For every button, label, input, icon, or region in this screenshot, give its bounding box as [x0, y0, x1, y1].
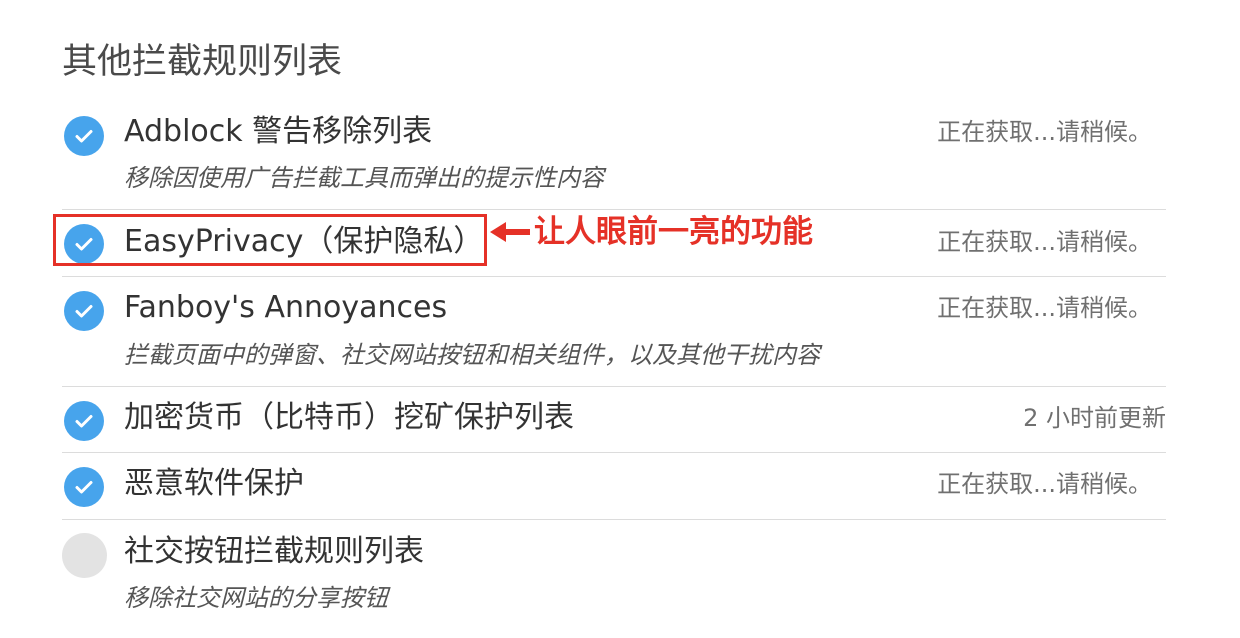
item-name[interactable]: 社交按钮拦截规则列表 [124, 532, 424, 572]
item-description: 拦截页面中的弹窗、社交网站按钮和相关组件，以及其他干扰内容 [124, 341, 820, 369]
checked-toggle-icon[interactable] [64, 116, 104, 156]
empty-circle-icon[interactable] [62, 533, 107, 578]
highlight-box [53, 214, 487, 266]
annotation: 让人眼前一亮的功能 [490, 212, 813, 252]
item-description: 移除社交网站的分享按钮 [124, 584, 388, 612]
item-status: 正在获取...请稍候。 [937, 228, 1152, 256]
check-icon [75, 481, 93, 494]
list-item-fanboy-annoyances: Fanboy's Annoyances 拦截页面中的弹窗、社交网站按钮和相关组件… [62, 277, 1166, 387]
item-name[interactable]: 恶意软件保护 [124, 464, 304, 504]
item-description: 移除因使用广告拦截工具而弹出的提示性内容 [124, 164, 604, 192]
checked-toggle-icon[interactable] [64, 291, 104, 331]
item-status: 正在获取...请稍候。 [937, 118, 1152, 146]
checked-toggle-icon[interactable] [64, 401, 104, 441]
checked-toggle-icon[interactable] [64, 467, 104, 507]
item-status: 正在获取...请稍候。 [937, 470, 1152, 498]
list-item-malware-protection: 恶意软件保护 正在获取...请稍候。 [62, 453, 1166, 520]
arrow-left-icon [490, 222, 530, 242]
list-item-social-buttons: 社交按钮拦截规则列表 移除社交网站的分享按钮 [62, 520, 1166, 632]
filter-list: Adblock 警告移除列表 移除因使用广告拦截工具而弹出的提示性内容 正在获取… [62, 98, 1166, 632]
item-name[interactable]: Fanboy's Annoyances [124, 288, 447, 328]
annotation-text: 让人眼前一亮的功能 [534, 214, 813, 250]
item-status: 正在获取...请稍候。 [937, 294, 1152, 322]
check-icon [75, 305, 93, 318]
item-name[interactable]: Adblock 警告移除列表 [124, 112, 432, 152]
section-title: 其他拦截规则列表 [62, 42, 343, 82]
check-icon [75, 415, 93, 428]
item-name[interactable]: 加密货币（比特币）挖矿保护列表 [124, 398, 574, 438]
list-item-crypto-mining: 加密货币（比特币）挖矿保护列表 2 小时前更新 [62, 387, 1166, 453]
list-item-adblock-warning: Adblock 警告移除列表 移除因使用广告拦截工具而弹出的提示性内容 正在获取… [62, 98, 1166, 210]
item-status: 2 小时前更新 [1023, 404, 1166, 432]
check-icon [75, 130, 93, 143]
